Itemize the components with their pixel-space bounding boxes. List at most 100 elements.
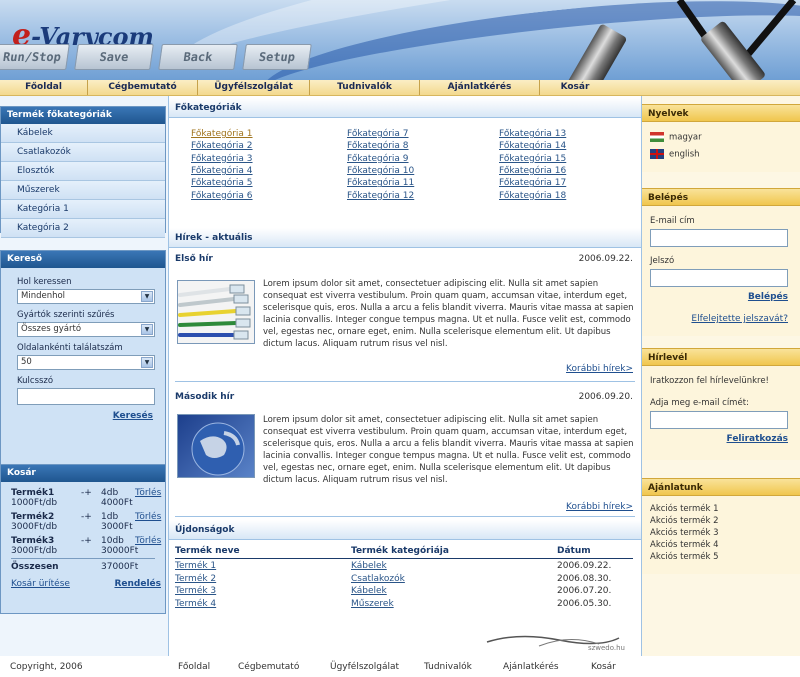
- offers-box: Ajánlatunk Akciós termék 1 Akciós termék…: [642, 478, 800, 574]
- footer-link[interactable]: Ügyfélszolgálat: [330, 662, 399, 672]
- search-title: Kereső: [1, 251, 165, 268]
- nav-tudnivalok[interactable]: Tudnivalók: [310, 80, 420, 95]
- perpage-label: Oldalankénti találatszám: [17, 343, 123, 353]
- clear-cart-link[interactable]: Kosár ürítése: [11, 579, 70, 589]
- offer-item[interactable]: Akciós termék 2: [650, 515, 800, 527]
- category-item[interactable]: Kategória 1: [1, 200, 165, 219]
- globe-image: [177, 414, 255, 478]
- newsletter-title: Hírlevél: [642, 348, 800, 366]
- main-category-link[interactable]: Főkategória 1: [191, 128, 253, 140]
- email-label: E-mail cím: [650, 216, 695, 226]
- main-category-link[interactable]: Főkategória 8: [347, 140, 409, 152]
- main-category-link[interactable]: Főkategória 5: [191, 177, 253, 189]
- qty-control[interactable]: -+: [81, 536, 101, 556]
- news-date: 2006.09.20.: [578, 392, 633, 402]
- footer-link[interactable]: Főoldal: [178, 662, 210, 672]
- news-item-title[interactable]: Első hír: [175, 254, 213, 264]
- lang-hu[interactable]: magyar: [650, 132, 800, 143]
- delete-link[interactable]: Törlés: [135, 512, 161, 522]
- delete-link[interactable]: Törlés: [135, 488, 161, 498]
- footer-link[interactable]: Tudnivalók: [424, 662, 472, 672]
- product-category-link[interactable]: Kábelek: [351, 585, 387, 598]
- footer-link[interactable]: Cégbemutató: [238, 662, 299, 672]
- main-category-link[interactable]: Főkategória 18: [499, 190, 566, 202]
- product-name-link[interactable]: Termék 2: [175, 573, 216, 586]
- main-category-link[interactable]: Főkategória 2: [191, 140, 253, 152]
- category-item[interactable]: Műszerek: [1, 181, 165, 200]
- perpage-select[interactable]: 50 ▼: [17, 355, 155, 370]
- key-run-stop: Run/Stop: [0, 44, 70, 70]
- main-category-link[interactable]: Főkategória 4: [191, 165, 253, 177]
- main-category-link[interactable]: Főkategória 17: [499, 177, 566, 189]
- product-category-link[interactable]: Műszerek: [351, 598, 394, 611]
- copyright: Copyright, 2006: [10, 661, 83, 672]
- login-button[interactable]: Belépés: [748, 292, 788, 302]
- header-banner: e-Varycom Run/Stop Save Back Setup: [0, 0, 800, 80]
- news-item-title[interactable]: Második hír: [175, 392, 234, 402]
- nav-ajanlatkeres[interactable]: Ajánlatkérés: [420, 80, 540, 95]
- newsletter-email-field[interactable]: [650, 411, 788, 429]
- nav-cegbemutato[interactable]: Cégbemutató: [88, 80, 198, 95]
- nav-fooldal[interactable]: Főoldal: [0, 80, 88, 95]
- hungarian-flag-icon: [650, 132, 664, 142]
- main-category-link[interactable]: Főkategória 11: [347, 177, 414, 189]
- languages-box: Nyelvek magyar english: [642, 104, 800, 172]
- forgot-password-link[interactable]: Elfelejtette jelszavát?: [691, 314, 788, 324]
- category-item[interactable]: Kábelek: [1, 124, 165, 143]
- product-name-link[interactable]: Termék 1: [175, 560, 216, 573]
- product-date: 2006.08.30.: [557, 573, 612, 584]
- qty-control[interactable]: -+: [81, 488, 101, 508]
- main-category-link[interactable]: Főkategória 7: [347, 128, 409, 140]
- search-button[interactable]: Keresés: [113, 411, 153, 421]
- login-box: Belépés E-mail cím Jelszó Belépés Elfele…: [642, 188, 800, 336]
- main-category-link[interactable]: Főkategória 15: [499, 153, 566, 165]
- password-field[interactable]: [650, 269, 788, 287]
- main-category-link[interactable]: Főkategória 6: [191, 190, 253, 202]
- more-news-link[interactable]: Korábbi hírek>: [566, 364, 633, 374]
- product-name-link[interactable]: Termék 3: [175, 585, 216, 598]
- footer-link[interactable]: Ajánlatkérés: [503, 662, 559, 672]
- chevron-down-icon: ▼: [141, 291, 153, 302]
- email-field[interactable]: [650, 229, 788, 247]
- main-category-link[interactable]: Főkategória 12: [347, 190, 414, 202]
- order-button[interactable]: Rendelés: [114, 579, 161, 589]
- offer-item[interactable]: Akciós termék 5: [650, 551, 800, 563]
- category-item[interactable]: Csatlakozók: [1, 143, 165, 162]
- chevron-down-icon: ▼: [141, 357, 153, 368]
- news-date: 2006.09.22.: [578, 254, 633, 264]
- uk-flag-icon: [650, 148, 664, 159]
- categories-box: Termék főkategóriák Kábelek Csatlakozók …: [0, 106, 166, 238]
- main-category-link[interactable]: Főkategória 16: [499, 165, 566, 177]
- main-categories-title: Főkategóriák: [169, 98, 641, 118]
- main-category-link[interactable]: Főkategória 9: [347, 153, 409, 165]
- where-select[interactable]: Mindenhol ▼: [17, 289, 155, 304]
- category-item[interactable]: Elosztók: [1, 162, 165, 181]
- nav-ugyfelszolgalat[interactable]: Ügyfélszolgálat: [198, 80, 310, 95]
- product-date: 2006.07.20.: [557, 586, 612, 596]
- where-label: Hol keressen: [17, 277, 72, 287]
- footer-link[interactable]: Kosár: [591, 662, 616, 672]
- offer-item[interactable]: Akciós termék 3: [650, 527, 800, 539]
- main-category-link[interactable]: Főkategória 10: [347, 165, 414, 177]
- product-name-link[interactable]: Termék 4: [175, 598, 216, 611]
- column-header: Dátum: [557, 546, 591, 556]
- maker-select[interactable]: Összes gyártó ▼: [17, 322, 155, 337]
- main-category-link[interactable]: Főkategória 14: [499, 140, 566, 152]
- keyword-input[interactable]: [17, 388, 155, 405]
- qty-control[interactable]: -+: [81, 512, 101, 532]
- lang-en[interactable]: english: [650, 148, 800, 159]
- product-category-link[interactable]: Kábelek: [351, 560, 387, 573]
- offer-item[interactable]: Akciós termék 4: [650, 539, 800, 551]
- main-category-link[interactable]: Főkategória 3: [191, 153, 253, 165]
- offers-title: Ajánlatunk: [642, 478, 800, 496]
- more-news-link[interactable]: Korábbi hírek>: [566, 502, 633, 512]
- subscribe-button[interactable]: Feliratkozás: [727, 434, 788, 444]
- main-category-link[interactable]: Főkategória 13: [499, 128, 566, 140]
- offer-item[interactable]: Akciós termék 1: [650, 503, 800, 515]
- languages-title: Nyelvek: [642, 104, 800, 122]
- delete-link[interactable]: Törlés: [135, 536, 161, 546]
- nav-kosar[interactable]: Kosár: [540, 80, 610, 95]
- category-item[interactable]: Kategória 2: [1, 219, 165, 238]
- product-category-link[interactable]: Csatlakozók: [351, 573, 405, 586]
- product-date: 2006.05.30.: [557, 598, 612, 609]
